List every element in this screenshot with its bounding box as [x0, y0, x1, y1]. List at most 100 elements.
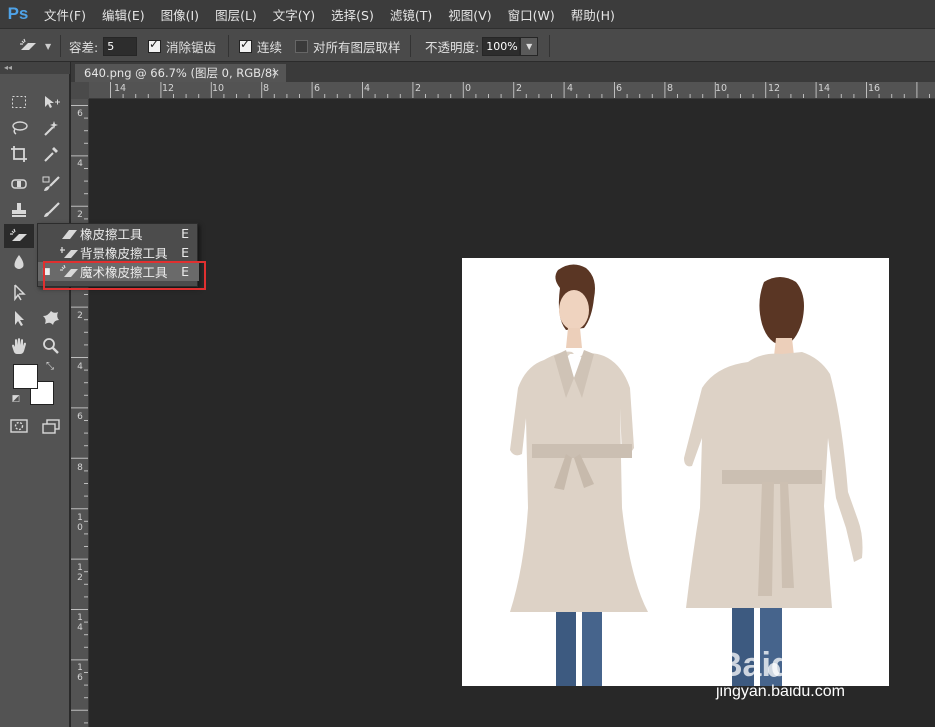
eyedropper-tool[interactable]	[38, 142, 64, 166]
tolerance-label: 容差:	[69, 39, 99, 55]
menu-item-label: 橡皮擦工具	[80, 227, 143, 242]
arrow-icon	[14, 284, 26, 301]
menu-filter[interactable]: 滤镜(T)	[382, 5, 440, 24]
opacity-input[interactable]: 100%	[482, 36, 521, 56]
menu-select[interactable]: 选择(S)	[323, 5, 382, 24]
custom-shape-tool[interactable]	[38, 306, 64, 330]
ruler-label: 10	[212, 83, 225, 94]
menu-item-eraser-tool[interactable]: 橡皮擦工具 E	[38, 224, 199, 243]
opacity-dropdown-button[interactable]: ▼	[520, 36, 539, 56]
brush-tool[interactable]	[38, 172, 64, 196]
checkbox-checked[interactable]	[239, 37, 252, 53]
ruler-label: 12	[162, 83, 175, 94]
eraser-icon	[58, 226, 80, 242]
lasso-tool[interactable]	[6, 116, 32, 140]
stamp-icon	[12, 203, 26, 217]
pointer-icon	[15, 311, 24, 326]
watermark-url: jingyan.baidu.com	[716, 683, 845, 700]
ruler-label: 14	[818, 83, 831, 94]
sample-all-layers-checkbox[interactable]: 对所有图层取样	[295, 29, 401, 63]
menu-image[interactable]: 图像(I)	[153, 5, 207, 24]
ruler-label: 2	[415, 83, 422, 94]
close-icon[interactable]: ×	[271, 64, 280, 82]
chevron-down-icon: ▼	[45, 41, 52, 51]
path-selection-tool[interactable]	[6, 280, 32, 304]
zoom-icon	[43, 338, 59, 354]
foreground-color-swatch[interactable]	[13, 364, 38, 389]
checkbox-unchecked[interactable]	[295, 39, 308, 53]
spot-healing-tool[interactable]	[6, 172, 32, 196]
separator	[60, 35, 61, 57]
menu-edit[interactable]: 编辑(E)	[94, 5, 153, 24]
horizontal-ruler[interactable]: 14 12 10 8 6 4 2 0 2 4 6 8 10 12 14 16	[89, 82, 935, 99]
background-eraser-icon	[58, 245, 80, 261]
history-brush-icon	[44, 202, 60, 217]
menu-file[interactable]: 文件(F)	[36, 5, 94, 24]
ruler-label: 6	[314, 83, 321, 94]
document-tab-bar: 640.png @ 66.7% (图层 0, RGB/8) ×	[71, 62, 935, 82]
history-brush-tool[interactable]	[38, 198, 64, 222]
separator	[228, 35, 229, 57]
magic-wand-icon	[44, 121, 58, 136]
tool-preset-picker[interactable]: ▼	[18, 29, 51, 63]
ruler-label: 1 4	[77, 613, 83, 633]
ruler-label: 2	[77, 311, 83, 321]
swap-arrows-icon: ⤡	[46, 360, 54, 372]
menu-window[interactable]: 窗口(W)	[500, 5, 563, 24]
ruler-label: 6	[77, 412, 83, 422]
ruler-label: 4	[567, 83, 574, 94]
hand-tool[interactable]	[6, 334, 32, 358]
bandage-icon	[11, 179, 27, 189]
magic-wand-tool[interactable]	[38, 116, 64, 140]
vertical-ruler[interactable]: 6 4 2 0 2 4 6 8 1 0 1 2 1 4 1 6	[71, 99, 89, 727]
quick-mask-button[interactable]	[6, 414, 32, 438]
menu-view[interactable]: 视图(V)	[440, 5, 499, 24]
ruler-label: 6	[77, 109, 83, 119]
ruler-label: 10	[715, 83, 728, 94]
brush-icon	[42, 176, 60, 191]
screen-mode-button[interactable]	[38, 414, 64, 438]
antialias-checkbox[interactable]: 消除锯齿	[148, 29, 216, 63]
ruler-label: 14	[114, 83, 127, 94]
move-icon	[45, 96, 60, 108]
shortcut-label: E	[181, 226, 189, 241]
ruler-label: 2	[516, 83, 523, 94]
ruler-origin[interactable]	[71, 82, 89, 99]
marquee-tool[interactable]	[6, 90, 32, 114]
splat-icon	[43, 311, 59, 325]
move-tool[interactable]	[38, 90, 64, 114]
document-tab[interactable]: 640.png @ 66.7% (图层 0, RGB/8) ×	[75, 64, 286, 82]
eraser-tool[interactable]	[4, 224, 34, 248]
ruler-label: 0	[465, 83, 472, 94]
ruler-label: 4	[364, 83, 371, 94]
blur-tool[interactable]	[6, 250, 32, 274]
ruler-label: 6	[616, 83, 623, 94]
quick-mask-icon	[10, 419, 28, 433]
checkbox-checked[interactable]	[148, 37, 161, 53]
ruler-label: 1 0	[77, 513, 83, 533]
zoom-tool[interactable]	[38, 334, 64, 358]
menu-help[interactable]: 帮助(H)	[563, 5, 623, 24]
direct-selection-tool[interactable]	[6, 306, 32, 330]
menu-layer[interactable]: 图层(L)	[207, 5, 265, 24]
swap-colors-button[interactable]: ⤡	[42, 358, 58, 374]
watermark-cn: 经验	[816, 655, 860, 680]
menu-item-background-eraser-tool[interactable]: 背景橡皮擦工具 E	[38, 243, 199, 262]
default-colors-icon: ◩	[11, 394, 21, 404]
model-back-view	[684, 277, 863, 686]
document-image[interactable]	[462, 258, 889, 686]
crop-tool[interactable]	[6, 142, 32, 166]
document-tab-title: 640.png @ 66.7% (图层 0, RGB/8)	[84, 66, 277, 80]
clone-stamp-tool[interactable]	[6, 198, 32, 222]
ruler-label: 16	[868, 83, 881, 94]
default-colors-button[interactable]: ◩	[9, 392, 23, 406]
menu-type[interactable]: 文字(Y)	[265, 5, 323, 24]
panel-collapse-button[interactable]: ◂◂	[0, 62, 70, 74]
ruler-label: 1 6	[77, 663, 83, 683]
opacity-label: 不透明度:	[425, 39, 480, 55]
contiguous-checkbox[interactable]: 连续	[239, 29, 282, 63]
tolerance-input[interactable]: 5	[103, 36, 138, 56]
ruler-label: 8	[77, 463, 83, 473]
antialias-label: 消除锯齿	[166, 39, 217, 55]
marquee-icon	[12, 96, 26, 108]
